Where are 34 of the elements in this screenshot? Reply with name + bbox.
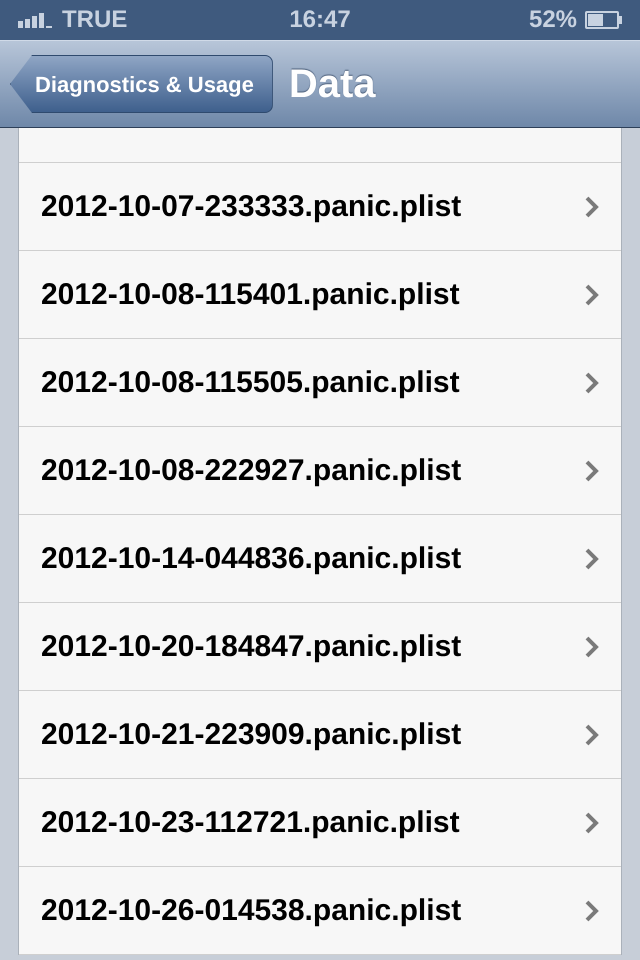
page-title: Data <box>288 61 376 108</box>
file-row[interactable]: 2012-10-23-112721.panic.plist <box>19 779 621 867</box>
back-button[interactable]: Diagnostics & Usage <box>10 55 273 113</box>
file-row[interactable]: 2012-10-26-014538.panic.plist <box>19 867 621 955</box>
file-name: 2012-10-08-115505.panic.plist <box>41 365 461 401</box>
clock-time: 16:47 <box>289 5 351 35</box>
file-row[interactable]: 2012-10-20-184847.panic.plist <box>19 603 621 691</box>
file-row[interactable]: 2012-10-14-044836.panic.plist <box>19 515 621 603</box>
chevron-icon <box>585 460 599 482</box>
file-row[interactable]: 2012-10-08-222927.panic.plist <box>19 427 621 515</box>
chevron-icon <box>585 812 599 834</box>
signal-icon <box>18 12 54 28</box>
chevron-icon <box>585 196 599 218</box>
file-row[interactable]: 2012-10-08-115401.panic.plist <box>19 251 621 339</box>
chevron-icon <box>585 636 599 658</box>
file-name: 2012-10-08-115401.panic.plist <box>41 277 461 313</box>
chevron-icon <box>585 372 599 394</box>
file-name: 2012-10-20-184847.panic.plist <box>41 629 462 665</box>
file-row[interactable]: 2012-10-07-233333.panic.plist <box>19 163 621 251</box>
file-name: 2012-10-21-223909.panic.plist <box>41 717 462 753</box>
battery-percent: 52% <box>528 5 578 35</box>
chevron-icon <box>585 284 599 306</box>
file-row[interactable]: 2012-10-21-223909.panic.plist <box>19 691 621 779</box>
file-name: 2012-10-23-112721.panic.plist <box>41 805 461 841</box>
file-name: 2012-10-26-014538.panic.plist <box>41 893 462 929</box>
file-row[interactable]: 2012-10-08-115505.panic.plist <box>19 339 621 427</box>
chevron-icon <box>585 724 599 746</box>
battery-icon <box>585 11 622 29</box>
chevron-icon <box>585 548 599 570</box>
carrier-name: TRUE <box>62 5 128 35</box>
chevron-icon <box>585 900 599 922</box>
file-name: 2012-10-07-233333.panic.plist <box>41 189 462 225</box>
file-name: 2012-10-14-044836.panic.plist <box>41 541 462 577</box>
file-name: 2012-10-08-222927.panic.plist <box>41 453 462 489</box>
